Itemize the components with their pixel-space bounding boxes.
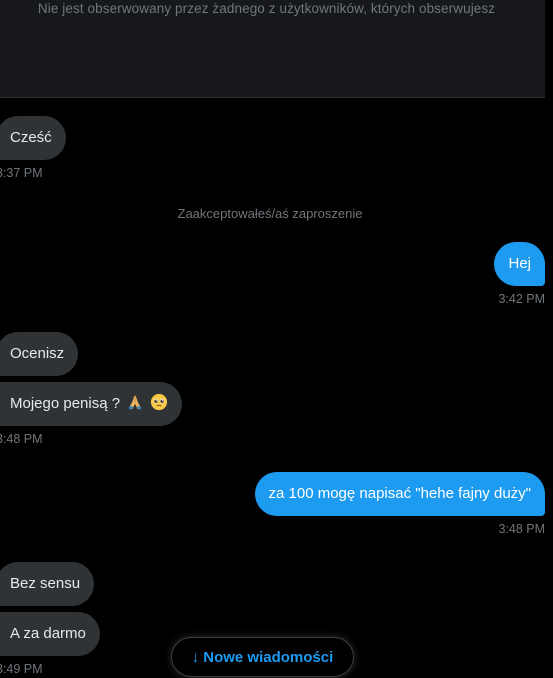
message-text: Cześć [10, 129, 52, 146]
message-text: A za darmo [10, 625, 86, 642]
folded-hands-emoji [128, 395, 142, 410]
message-text: Ocenisz [10, 345, 65, 362]
new-messages-label: Nowe wiadomości [203, 648, 334, 666]
system-message: Zaakceptowałeś/aś zaproszenie [177, 206, 363, 221]
message-timestamp: 3:37 PM [0, 166, 43, 180]
message-text: za 100 mogę napisać "hehe fajny duży" [268, 485, 532, 502]
message-timestamp: 3:49 PM [0, 662, 43, 676]
incoming-message[interactable]: A za darmo [0, 612, 100, 656]
new-messages-button[interactable]: ↓ Nowe wiadomości [171, 637, 354, 677]
scrollbar[interactable] [545, 0, 553, 678]
outgoing-message[interactable]: Hej [494, 242, 545, 286]
profile-summary-card[interactable]: Nie jest obserwowany przez żadnego z uży… [0, 0, 545, 98]
message-text: Hej [508, 255, 531, 272]
followers-note: Nie jest obserwowany przez żadnego z uży… [37, 1, 496, 16]
outgoing-message[interactable]: za 100 mogę napisać "hehe fajny duży" [254, 472, 545, 516]
message-timestamp: 3:42 PM [498, 292, 545, 306]
arrow-down-icon: ↓ [191, 648, 200, 666]
pleading-face-emoji [151, 393, 168, 411]
message-timestamp: 3:48 PM [498, 522, 545, 536]
incoming-message[interactable]: Cześć [0, 116, 66, 160]
message-timestamp: 3:48 PM [0, 432, 43, 446]
message-text: Bez sensu [10, 575, 81, 592]
incoming-message[interactable]: Ocenisz [0, 332, 79, 376]
incoming-message[interactable]: Bez sensu [0, 562, 95, 606]
message-text: Mojego penisą ? [10, 395, 121, 412]
dm-conversation: Nie jest obserwowany przez żadnego z uży… [0, 0, 553, 678]
incoming-message[interactable]: Mojego penisą ? [0, 382, 183, 426]
